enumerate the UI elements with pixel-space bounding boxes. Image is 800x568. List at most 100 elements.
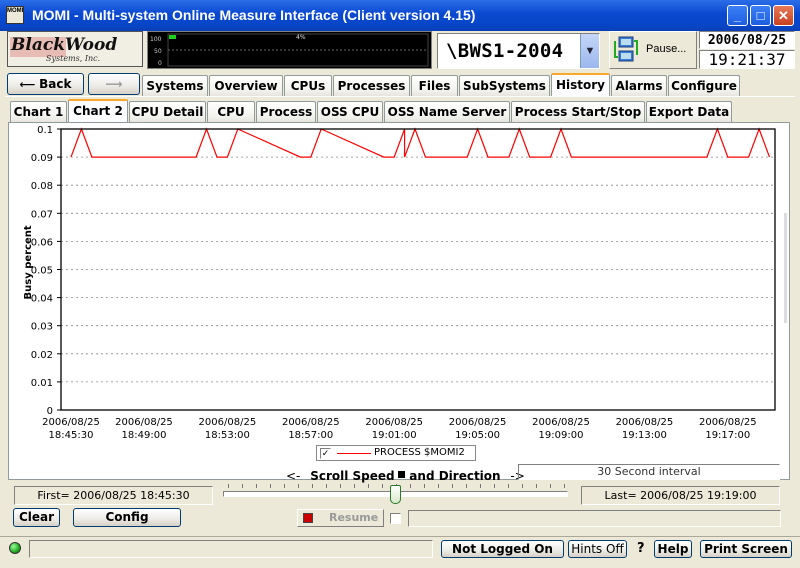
scroll-center-marker (398, 471, 406, 478)
subtab-cpu[interactable]: CPU (207, 101, 255, 122)
legend-line-swatch (337, 453, 371, 454)
stop-icon (303, 513, 313, 523)
slider-tick (256, 484, 257, 488)
current-date: 2006/08/25 (699, 31, 795, 49)
tab-processes[interactable]: Processes (333, 75, 410, 96)
back-arrow-icon: ⟵ (19, 78, 40, 91)
tab-systems[interactable]: Systems (142, 75, 208, 96)
slider-tick (424, 484, 425, 488)
help-question-icon[interactable]: ? (637, 541, 645, 556)
forward-button[interactable]: ⟶ (88, 73, 140, 95)
tab-overview[interactable]: Overview (209, 75, 283, 96)
chevron-down-icon[interactable]: ▼ (580, 34, 599, 68)
app-icon[interactable]: MOMI (6, 6, 24, 24)
server-name: \BWS1-2004 (446, 40, 564, 62)
chart-legend: ✓ PROCESS $MOMI2 (316, 445, 476, 461)
x-tick-time: 19:17:00 (705, 430, 750, 441)
maximize-button[interactable]: □ (750, 5, 771, 26)
resume-progress (408, 510, 781, 527)
legend-checkbox[interactable]: ✓ (320, 448, 331, 459)
close-button[interactable]: ✕ (773, 5, 794, 26)
x-tick-date: 2006/08/25 (115, 417, 173, 428)
slider-tick (228, 484, 229, 488)
slider-tick (564, 484, 565, 488)
busy-chart: 0.1 0.09 0.08 0.07 0.06 0.05 0.04 0.03 0.02 0.01 0… (23, 125, 776, 441)
tab-subsystems[interactable]: SubSystems (459, 75, 550, 96)
mini-graph-scale-0: 0 (158, 60, 162, 67)
slider-tick (368, 484, 369, 488)
resume-checkbox[interactable] (390, 513, 401, 524)
tab-history[interactable]: History (551, 73, 610, 96)
scroll-speed-slider[interactable] (223, 484, 568, 506)
forward-arrow-icon: ⟶ (105, 77, 123, 91)
subtab-cpu-detail[interactable]: CPU Detail (129, 101, 206, 122)
slider-tick (438, 484, 439, 488)
x-tick-date: 2006/08/25 (532, 417, 590, 428)
current-time: 19:21:37 (699, 50, 795, 69)
title-bar: MOMI MOMI - Multi-system Online Measure … (0, 0, 800, 31)
y-tick-label: 0.06 (31, 237, 53, 248)
subtab-export-data[interactable]: Export Data (646, 101, 732, 122)
back-button[interactable]: ⟵ Back (7, 73, 84, 95)
slider-tick (382, 484, 383, 488)
x-tick-time: 18:49:00 (122, 430, 167, 441)
subtab-oss-name-server[interactable]: OSS Name Server (384, 101, 510, 122)
config-button[interactable]: Config (73, 508, 181, 527)
login-status-button[interactable]: Not Logged On (441, 540, 564, 558)
subtab-process-start-stop[interactable]: Process Start/Stop (511, 101, 645, 122)
tab-alarms[interactable]: Alarms (611, 75, 667, 96)
history-chart-panel: 0.1 0.09 0.08 0.07 0.06 0.05 0.04 0.03 0.02 0.01 0… (8, 122, 790, 480)
slider-tick (480, 484, 481, 488)
x-tick-date: 2006/08/25 (365, 417, 423, 428)
minimize-button[interactable]: _ (727, 5, 748, 26)
slider-thumb[interactable] (390, 485, 401, 504)
slider-tick (312, 484, 313, 488)
slider-tick (242, 484, 243, 488)
back-label: Back (39, 77, 72, 91)
mini-graph-scale-100: 100 (150, 36, 162, 43)
slider-tick (284, 484, 285, 488)
y-tick-label: 0.02 (31, 350, 53, 361)
computers-icon (614, 36, 638, 62)
x-tick-date: 2006/08/25 (449, 417, 507, 428)
mini-graph-bar (169, 35, 176, 39)
hints-button[interactable]: Hints Off (568, 540, 627, 558)
tab-files[interactable]: Files (411, 75, 458, 96)
x-tick-time: 18:53:00 (205, 430, 250, 441)
server-selector[interactable]: \BWS1-2004 ▼ (437, 33, 600, 69)
x-tick-time: 18:57:00 (288, 430, 333, 441)
y-tick-label: 0 (47, 406, 53, 417)
x-tick-time: 19:01:00 (372, 430, 417, 441)
clear-button[interactable]: Clear (13, 508, 60, 527)
y-tick-label: 0.1 (37, 125, 53, 136)
interval-display: 30 Second interval (518, 464, 780, 480)
status-led-icon (9, 542, 21, 554)
resume-button[interactable]: Resume (297, 509, 384, 527)
subtab-oss-cpu[interactable]: OSS CPU (317, 101, 383, 122)
tab-configure[interactable]: Configure (668, 75, 740, 96)
print-screen-button[interactable]: Print Screen (700, 540, 792, 558)
y-tick-label: 0.05 (31, 266, 53, 277)
x-tick-date: 2006/08/25 (699, 417, 757, 428)
y-axis-label: Busy percent (23, 225, 34, 299)
x-tick-time: 19:05:00 (455, 430, 500, 441)
x-tick-date: 2006/08/25 (42, 417, 100, 428)
slider-tick (536, 484, 537, 488)
status-message (29, 540, 433, 558)
resume-label: Resume (329, 511, 379, 524)
slider-tick (326, 484, 327, 488)
logo-subtext: Systems, Inc. (46, 54, 101, 63)
x-tick-date: 2006/08/25 (199, 417, 257, 428)
help-button[interactable]: Help (654, 540, 692, 558)
pause-button[interactable]: Pause... (609, 31, 697, 69)
window-title: MOMI - Multi-system Online Measure Inter… (32, 7, 476, 23)
subtab-process[interactable]: Process (256, 101, 316, 122)
subtab-chart-1[interactable]: Chart 1 (10, 101, 67, 122)
slider-tick (298, 484, 299, 488)
mini-graph-value: 4% (296, 34, 306, 41)
last-timestamp: Last= 2006/08/25 19:19:00 (581, 486, 780, 505)
tab-cpus[interactable]: CPUs (284, 75, 332, 96)
blackwood-logo: BlackWood Systems, Inc. (7, 31, 143, 67)
subtab-chart-2[interactable]: Chart 2 (68, 99, 128, 122)
y-tick-label: 0.07 (31, 209, 53, 220)
